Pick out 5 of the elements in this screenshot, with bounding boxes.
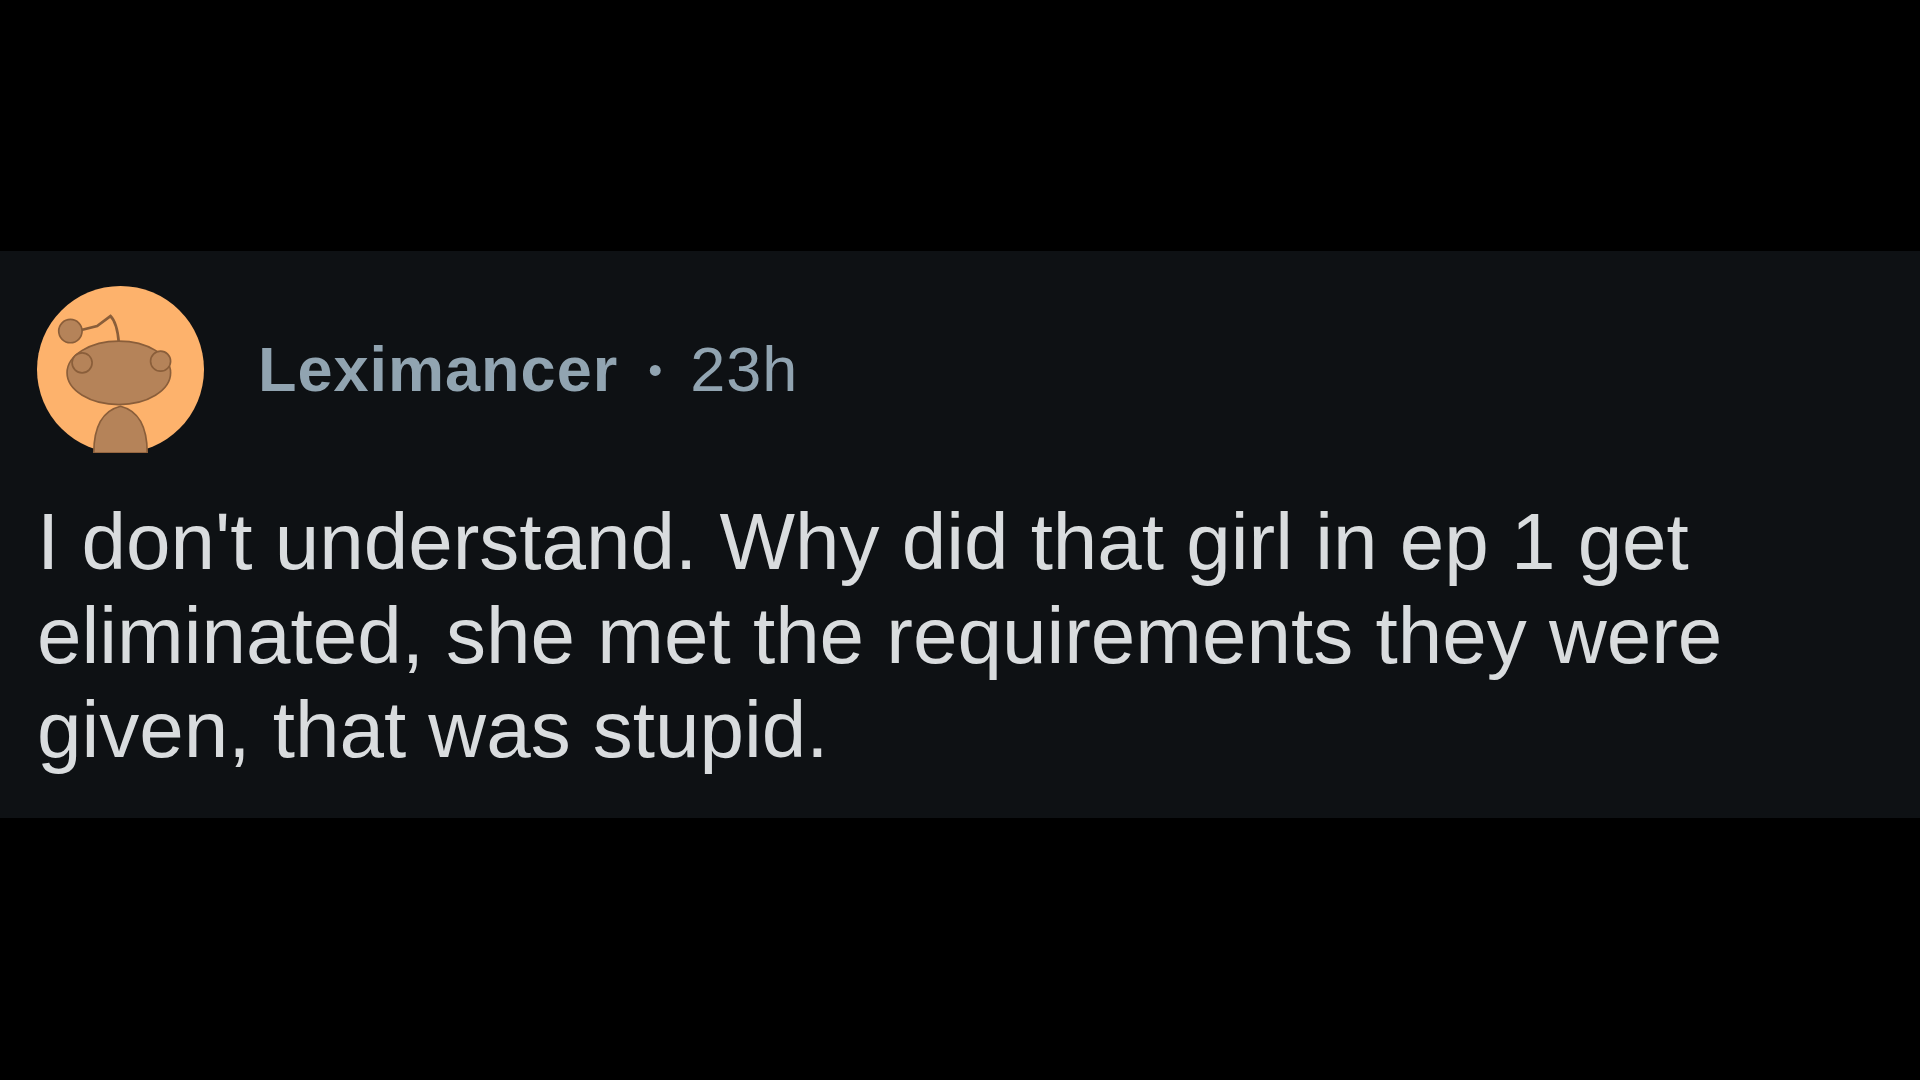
username[interactable]: Leximancer — [258, 338, 619, 401]
avatar-icon — [37, 286, 204, 453]
separator-dot: • — [648, 349, 663, 390]
post-age: 23h — [690, 338, 799, 401]
comment-text: I don't understand. Why did that girl in ep 1 get eliminated, she met the requirements they were given, that was stupid. — [37, 496, 1724, 776]
